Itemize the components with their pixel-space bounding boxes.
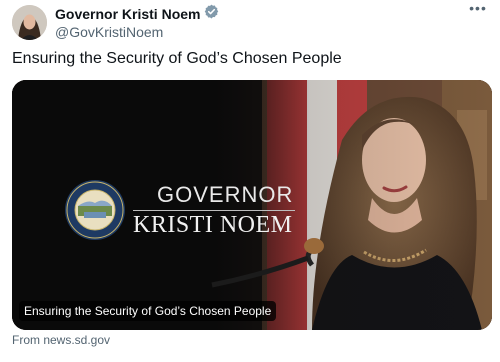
link-source[interactable]: From news.sd.gov (12, 333, 110, 347)
author-name-row[interactable]: Governor Kristi Noem (55, 4, 219, 24)
display-name[interactable]: Governor Kristi Noem (55, 6, 200, 22)
tweet-text: Ensuring the Security of God’s Chosen Pe… (12, 50, 342, 67)
user-handle[interactable]: @GovKristiNoem (55, 24, 163, 40)
verified-badge-icon (204, 4, 219, 24)
link-card[interactable]: GOVERNOR KRISTI NOEM Ensuring the Securi… (12, 80, 492, 330)
title-divider (133, 210, 295, 211)
state-seal-icon (64, 179, 126, 246)
more-horizontal-icon[interactable]: ••• (466, 1, 490, 18)
card-title-line1: GOVERNOR (157, 182, 294, 207)
avatar[interactable] (12, 5, 47, 40)
card-caption[interactable]: Ensuring the Security of God’s Chosen Pe… (19, 301, 277, 321)
card-title-line2: KRISTI NOEM (133, 212, 293, 238)
